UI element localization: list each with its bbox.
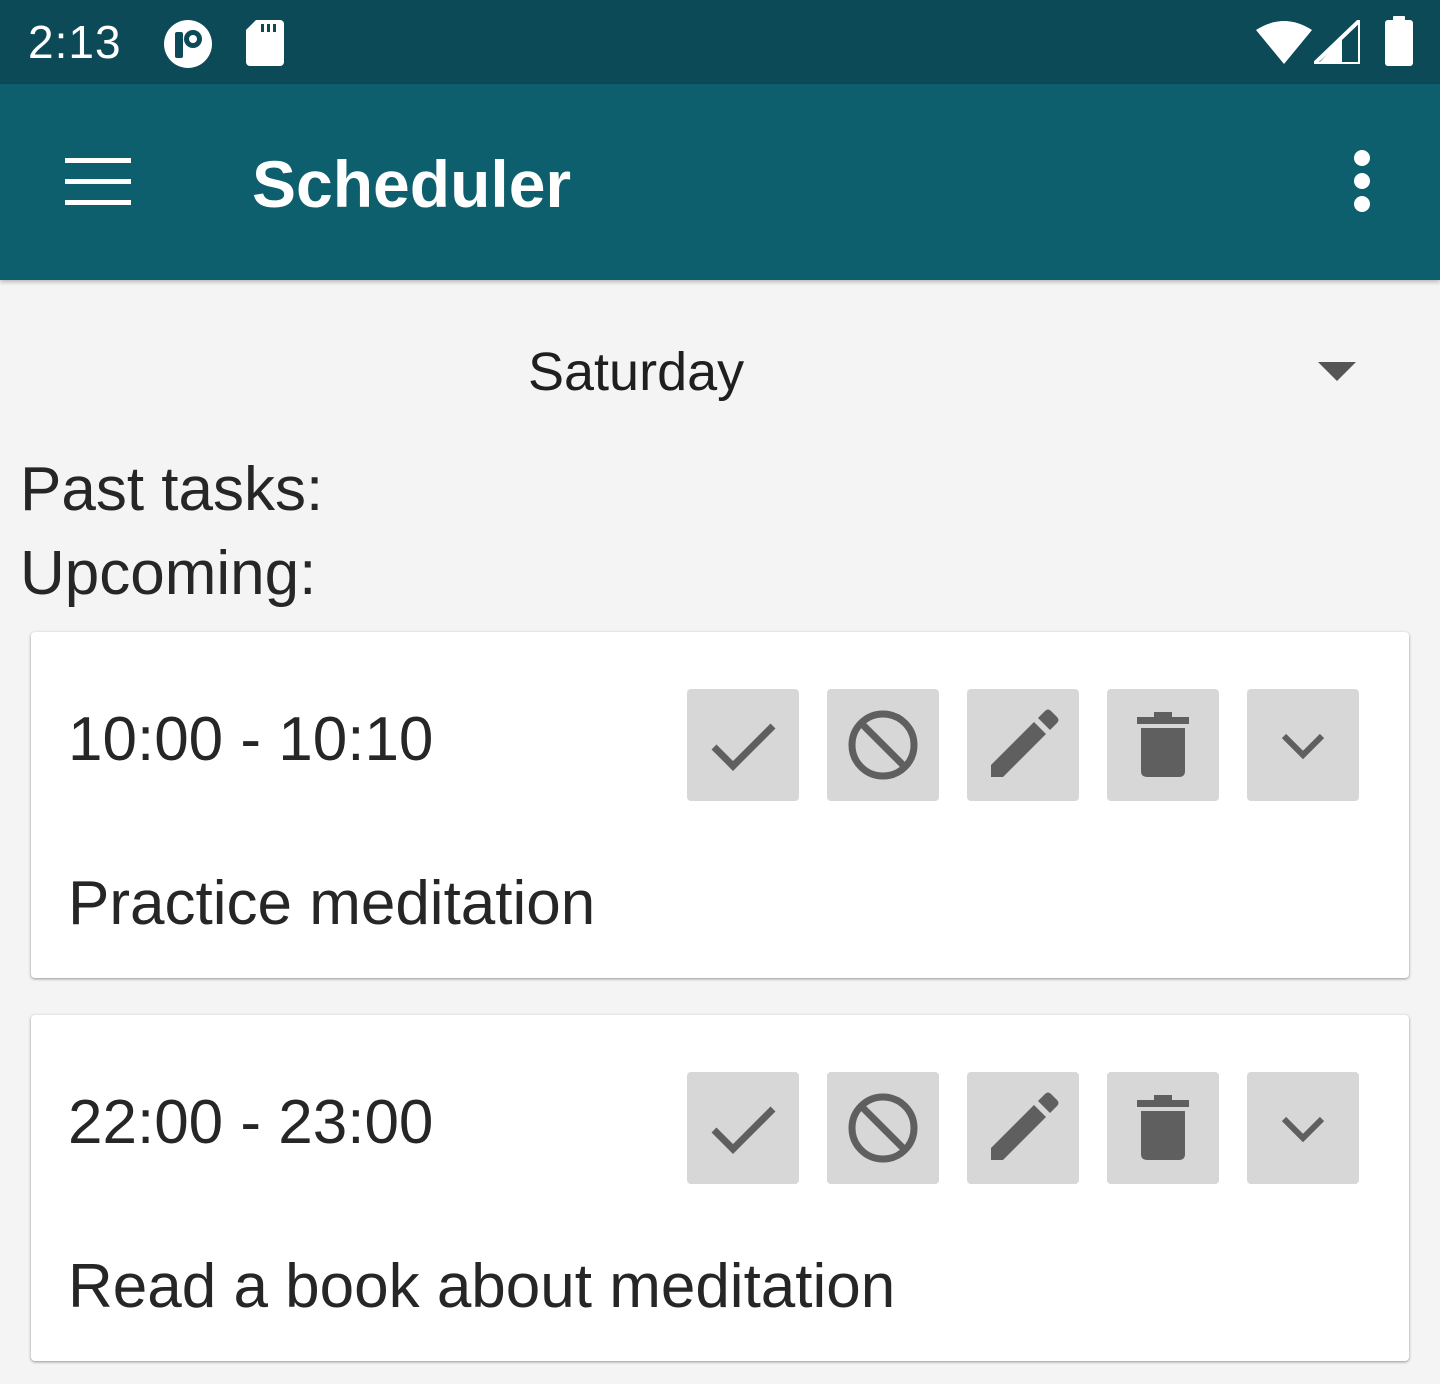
expand-button[interactable]: [1247, 689, 1359, 801]
block-icon: [848, 710, 918, 780]
delete-icon: [1137, 712, 1189, 777]
sd-card-icon: [246, 20, 284, 66]
dropdown-arrow-icon: [1318, 362, 1356, 381]
task-card: 22:00 - 23:00 Read a book about meditati…: [31, 1015, 1409, 1361]
more-vert-icon: [1354, 150, 1370, 212]
complete-button[interactable]: [687, 689, 799, 801]
app-bar: Scheduler: [0, 84, 1440, 280]
task-title: Practice meditation: [68, 869, 596, 938]
task-actions: [687, 1072, 1359, 1184]
past-tasks-heading: Past tasks:: [20, 455, 324, 524]
edit-button[interactable]: [967, 1072, 1079, 1184]
status-bar: 2:13: [0, 0, 1440, 84]
day-selector[interactable]: Saturday: [20, 320, 1420, 420]
menu-icon: [65, 158, 131, 205]
expand-icon: [1281, 1116, 1325, 1143]
block-icon: [848, 1093, 918, 1163]
status-time: 2:13: [28, 16, 122, 68]
complete-button[interactable]: [687, 1072, 799, 1184]
edit-button[interactable]: [967, 689, 1079, 801]
menu-button[interactable]: [44, 136, 152, 232]
edit-icon: [991, 1092, 1059, 1160]
cancel-task-button[interactable]: [827, 689, 939, 801]
signal-icon: [1314, 20, 1360, 64]
check-icon: [711, 723, 776, 771]
day-selector-value: Saturday: [528, 342, 745, 402]
app-title: Scheduler: [252, 147, 572, 221]
app-notification-icon: [164, 20, 212, 68]
task-actions: [687, 689, 1359, 801]
cancel-task-button[interactable]: [827, 1072, 939, 1184]
delete-button[interactable]: [1107, 1072, 1219, 1184]
task-title: Read a book about meditation: [68, 1252, 896, 1321]
delete-icon: [1137, 1095, 1189, 1160]
expand-icon: [1281, 733, 1325, 760]
task-card: 10:00 - 10:10 Practice meditation: [31, 632, 1409, 978]
expand-button[interactable]: [1247, 1072, 1359, 1184]
battery-icon: [1385, 16, 1413, 66]
edit-icon: [991, 709, 1059, 777]
wifi-icon: [1256, 21, 1312, 64]
task-time: 10:00 - 10:10: [68, 705, 434, 774]
overflow-menu-button[interactable]: [1322, 136, 1406, 232]
task-time: 22:00 - 23:00: [68, 1088, 434, 1157]
check-icon: [711, 1106, 776, 1154]
delete-button[interactable]: [1107, 689, 1219, 801]
upcoming-heading: Upcoming:: [20, 539, 317, 608]
